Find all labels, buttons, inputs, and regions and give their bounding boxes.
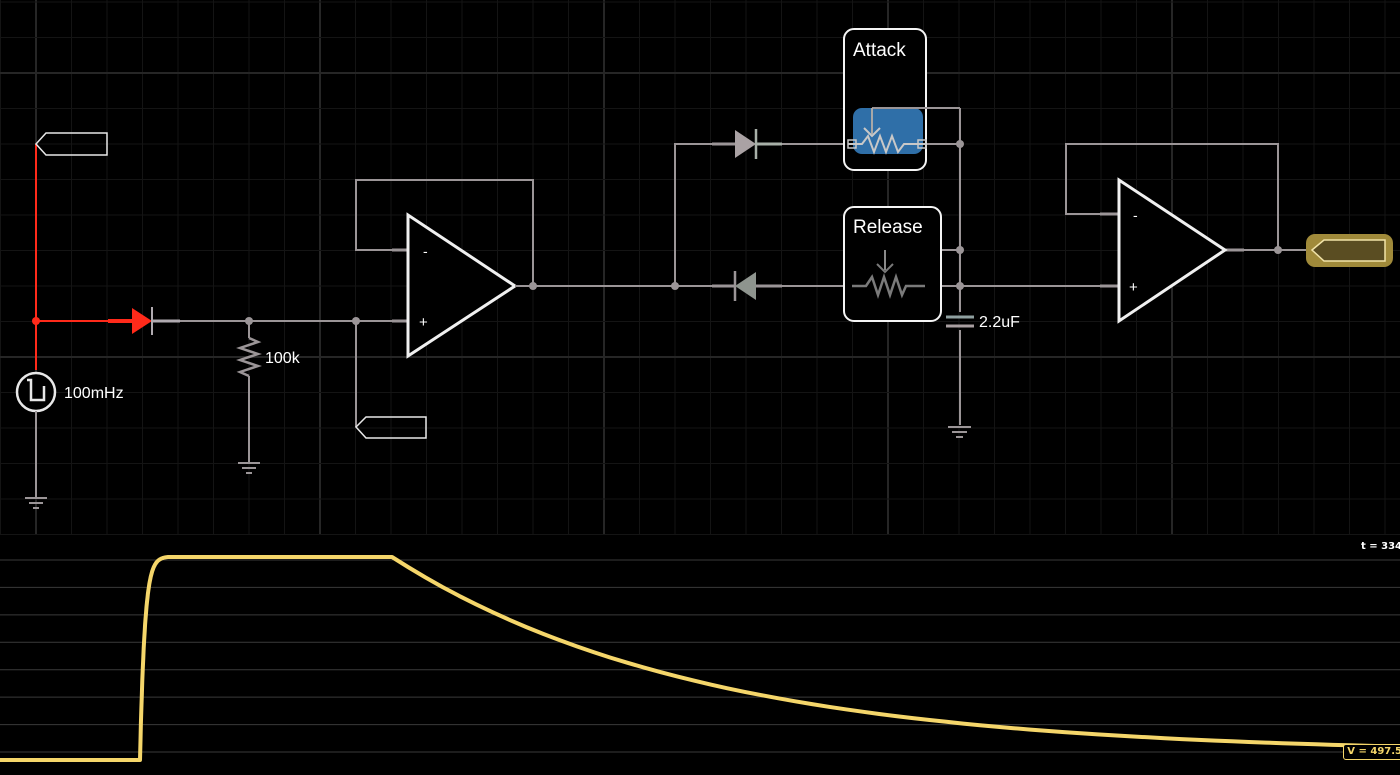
junction-node [956, 140, 964, 148]
scope-grid [0, 559, 1400, 753]
input-section: 100mHz [15, 132, 180, 509]
junction-node [32, 317, 40, 325]
source-frequency-label: 100mHz [64, 385, 124, 402]
junction-node [245, 317, 253, 325]
voltage-readout: V = 497.5 [1343, 744, 1400, 760]
time-readout: t = 334 [1359, 541, 1400, 552]
opamp-1-plus: + [419, 314, 428, 331]
opamp-2-plus: + [1129, 279, 1138, 296]
junction-node [352, 317, 360, 325]
attack-diode[interactable] [712, 129, 782, 159]
output-probe-label[interactable] [1306, 234, 1393, 267]
release-control[interactable]: Release [843, 206, 942, 322]
attack-control[interactable]: Attack [843, 28, 960, 171]
resistor-value-label: 100k [265, 350, 301, 367]
opamp-2-minus: - [1133, 207, 1138, 223]
opamp-1-minus: - [423, 243, 428, 259]
junction-node [956, 282, 964, 290]
oscilloscope-panel[interactable]: t = 334 V = 497.5 [0, 535, 1400, 770]
junction-node [956, 246, 964, 254]
release-diode[interactable] [712, 271, 782, 301]
input-diode[interactable] [132, 307, 180, 335]
opamp-1[interactable]: - + [392, 212, 518, 359]
attack-label: Attack [853, 40, 906, 61]
scope-plot [0, 555, 1400, 762]
schematic-canvas[interactable]: 100mHz 100k - + Attack Release 2.2uF - + [0, 0, 1400, 535]
capacitor-value-label: 2.2uF [979, 314, 1020, 331]
square-wave-source[interactable] [15, 371, 57, 413]
release-label: Release [853, 217, 923, 238]
junction-node [529, 282, 537, 290]
junction-node [1274, 246, 1282, 254]
